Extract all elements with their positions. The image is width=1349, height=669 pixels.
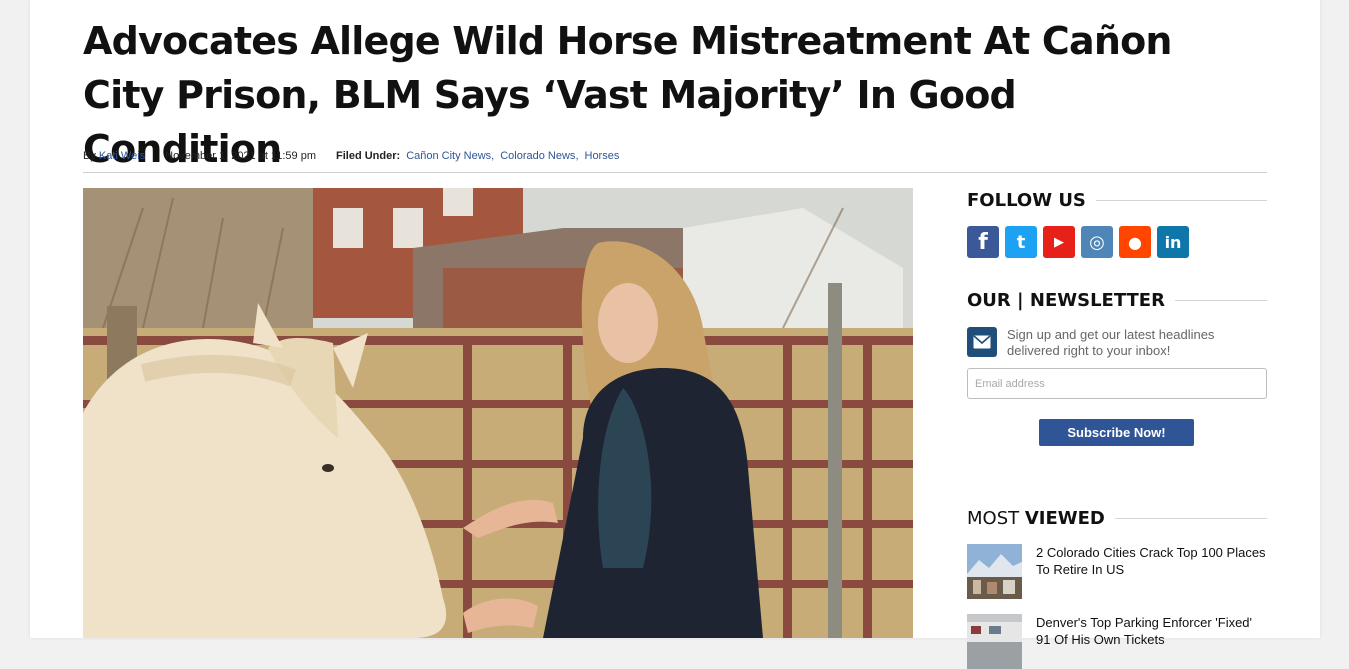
category-separator: , [491, 150, 495, 162]
category-link-horses[interactable]: Horses [585, 150, 620, 162]
follow-us-header: FOLLOW US [967, 188, 1267, 212]
follow-us-title: FOLLOW US [967, 189, 1086, 211]
most-viewed-title-light: MOST [967, 507, 1020, 529]
most-viewed-title-bold: VIEWED [1024, 507, 1105, 529]
most-viewed-header: MOST VIEWED [967, 506, 1267, 530]
most-viewed-link[interactable]: Denver's Top Parking Enforcer 'Fixed' 91… [1036, 614, 1267, 669]
section-divider [1174, 299, 1267, 301]
most-viewed-item[interactable]: Denver's Top Parking Enforcer 'Fixed' 91… [967, 614, 1267, 669]
article-hero-image[interactable] [83, 188, 913, 638]
category-separator: , [575, 150, 579, 162]
section-divider [1095, 199, 1267, 201]
youtube-icon[interactable]: ▶ [1043, 226, 1075, 258]
publish-date: November 1, 2021 at 11:59 pm [165, 150, 317, 162]
category-link-colorado[interactable]: Colorado News [500, 150, 575, 162]
social-icons: f t ▶ ◎ ● in [967, 226, 1189, 258]
most-viewed-item[interactable]: 2 Colorado Cities Crack Top 100 Places T… [967, 544, 1267, 599]
page-container: Advocates Allege Wild Horse Mistreatment… [30, 0, 1320, 669]
section-divider [1114, 517, 1267, 519]
newsletter-title: OUR | NEWSLETTER [967, 289, 1165, 311]
category-link-canon-city[interactable]: Cañon City News [406, 150, 491, 162]
newsletter-header: OUR | NEWSLETTER [967, 288, 1267, 312]
article-byline: By Kati Weis November 1, 2021 at 11:59 p… [83, 150, 1267, 173]
linkedin-icon[interactable]: in [1157, 226, 1189, 258]
most-viewed-thumbnail[interactable] [967, 544, 1022, 599]
reddit-icon[interactable]: ● [1119, 226, 1151, 258]
by-prefix: By [83, 150, 96, 162]
newsletter-description: Sign up and get our latest headlines del… [1007, 327, 1215, 358]
author-link[interactable]: Kati Weis [99, 150, 145, 162]
most-viewed-thumbnail[interactable] [967, 614, 1022, 669]
newsletter-promo: Sign up and get our latest headlines del… [967, 327, 1267, 359]
twitter-icon[interactable]: t [1005, 226, 1037, 258]
instagram-icon[interactable]: ◎ [1081, 226, 1113, 258]
email-input[interactable] [967, 368, 1267, 399]
hero-photo [83, 188, 913, 638]
subscribe-button[interactable]: Subscribe Now! [1039, 419, 1194, 446]
facebook-icon[interactable]: f [967, 226, 999, 258]
envelope-icon [967, 327, 997, 357]
filed-under-label: Filed Under: [336, 150, 401, 162]
most-viewed-link[interactable]: 2 Colorado Cities Crack Top 100 Places T… [1036, 544, 1267, 599]
